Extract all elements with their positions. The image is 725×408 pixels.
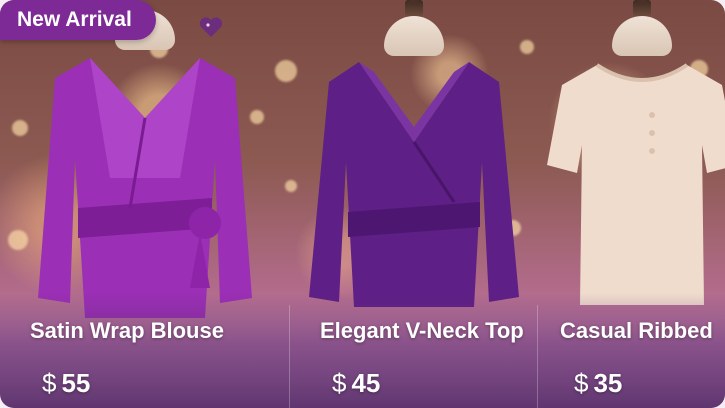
product-price: $55 <box>42 368 90 399</box>
mannequin-neck <box>384 16 444 56</box>
currency-symbol: $ <box>574 368 589 398</box>
product-name[interactable]: Satin Wrap Blouse <box>30 318 224 344</box>
product-carousel: Satin Wrap Blouse $55 Elegant V-Neck Top… <box>0 0 725 408</box>
card-caption-overlay <box>290 293 538 408</box>
price-amount: 55 <box>61 368 91 398</box>
product-image <box>38 58 252 318</box>
currency-symbol: $ <box>42 368 57 398</box>
card-caption-overlay <box>538 293 725 408</box>
currency-symbol: $ <box>332 368 347 398</box>
price-amount: 35 <box>593 368 623 398</box>
product-name[interactable]: Casual Ribbed <box>560 318 713 344</box>
product-image <box>547 63 725 305</box>
product-card[interactable]: Elegant V-Neck Top $45 <box>290 0 538 408</box>
product-name[interactable]: Elegant V-Neck Top <box>320 318 524 344</box>
mannequin-stand <box>405 0 423 16</box>
mannequin-neck <box>612 16 672 56</box>
product-price: $35 <box>574 368 622 399</box>
product-price: $45 <box>332 368 380 399</box>
price-amount: 45 <box>351 368 381 398</box>
heart-icon[interactable] <box>198 16 224 40</box>
product-card[interactable]: Satin Wrap Blouse $55 <box>0 0 290 408</box>
product-card[interactable]: Casual Ribbed $35 <box>538 0 725 408</box>
badge-label: New Arrival <box>17 8 132 31</box>
product-image <box>309 62 519 307</box>
new-arrival-badge: New Arrival <box>0 0 156 40</box>
mannequin-stand <box>633 0 651 16</box>
